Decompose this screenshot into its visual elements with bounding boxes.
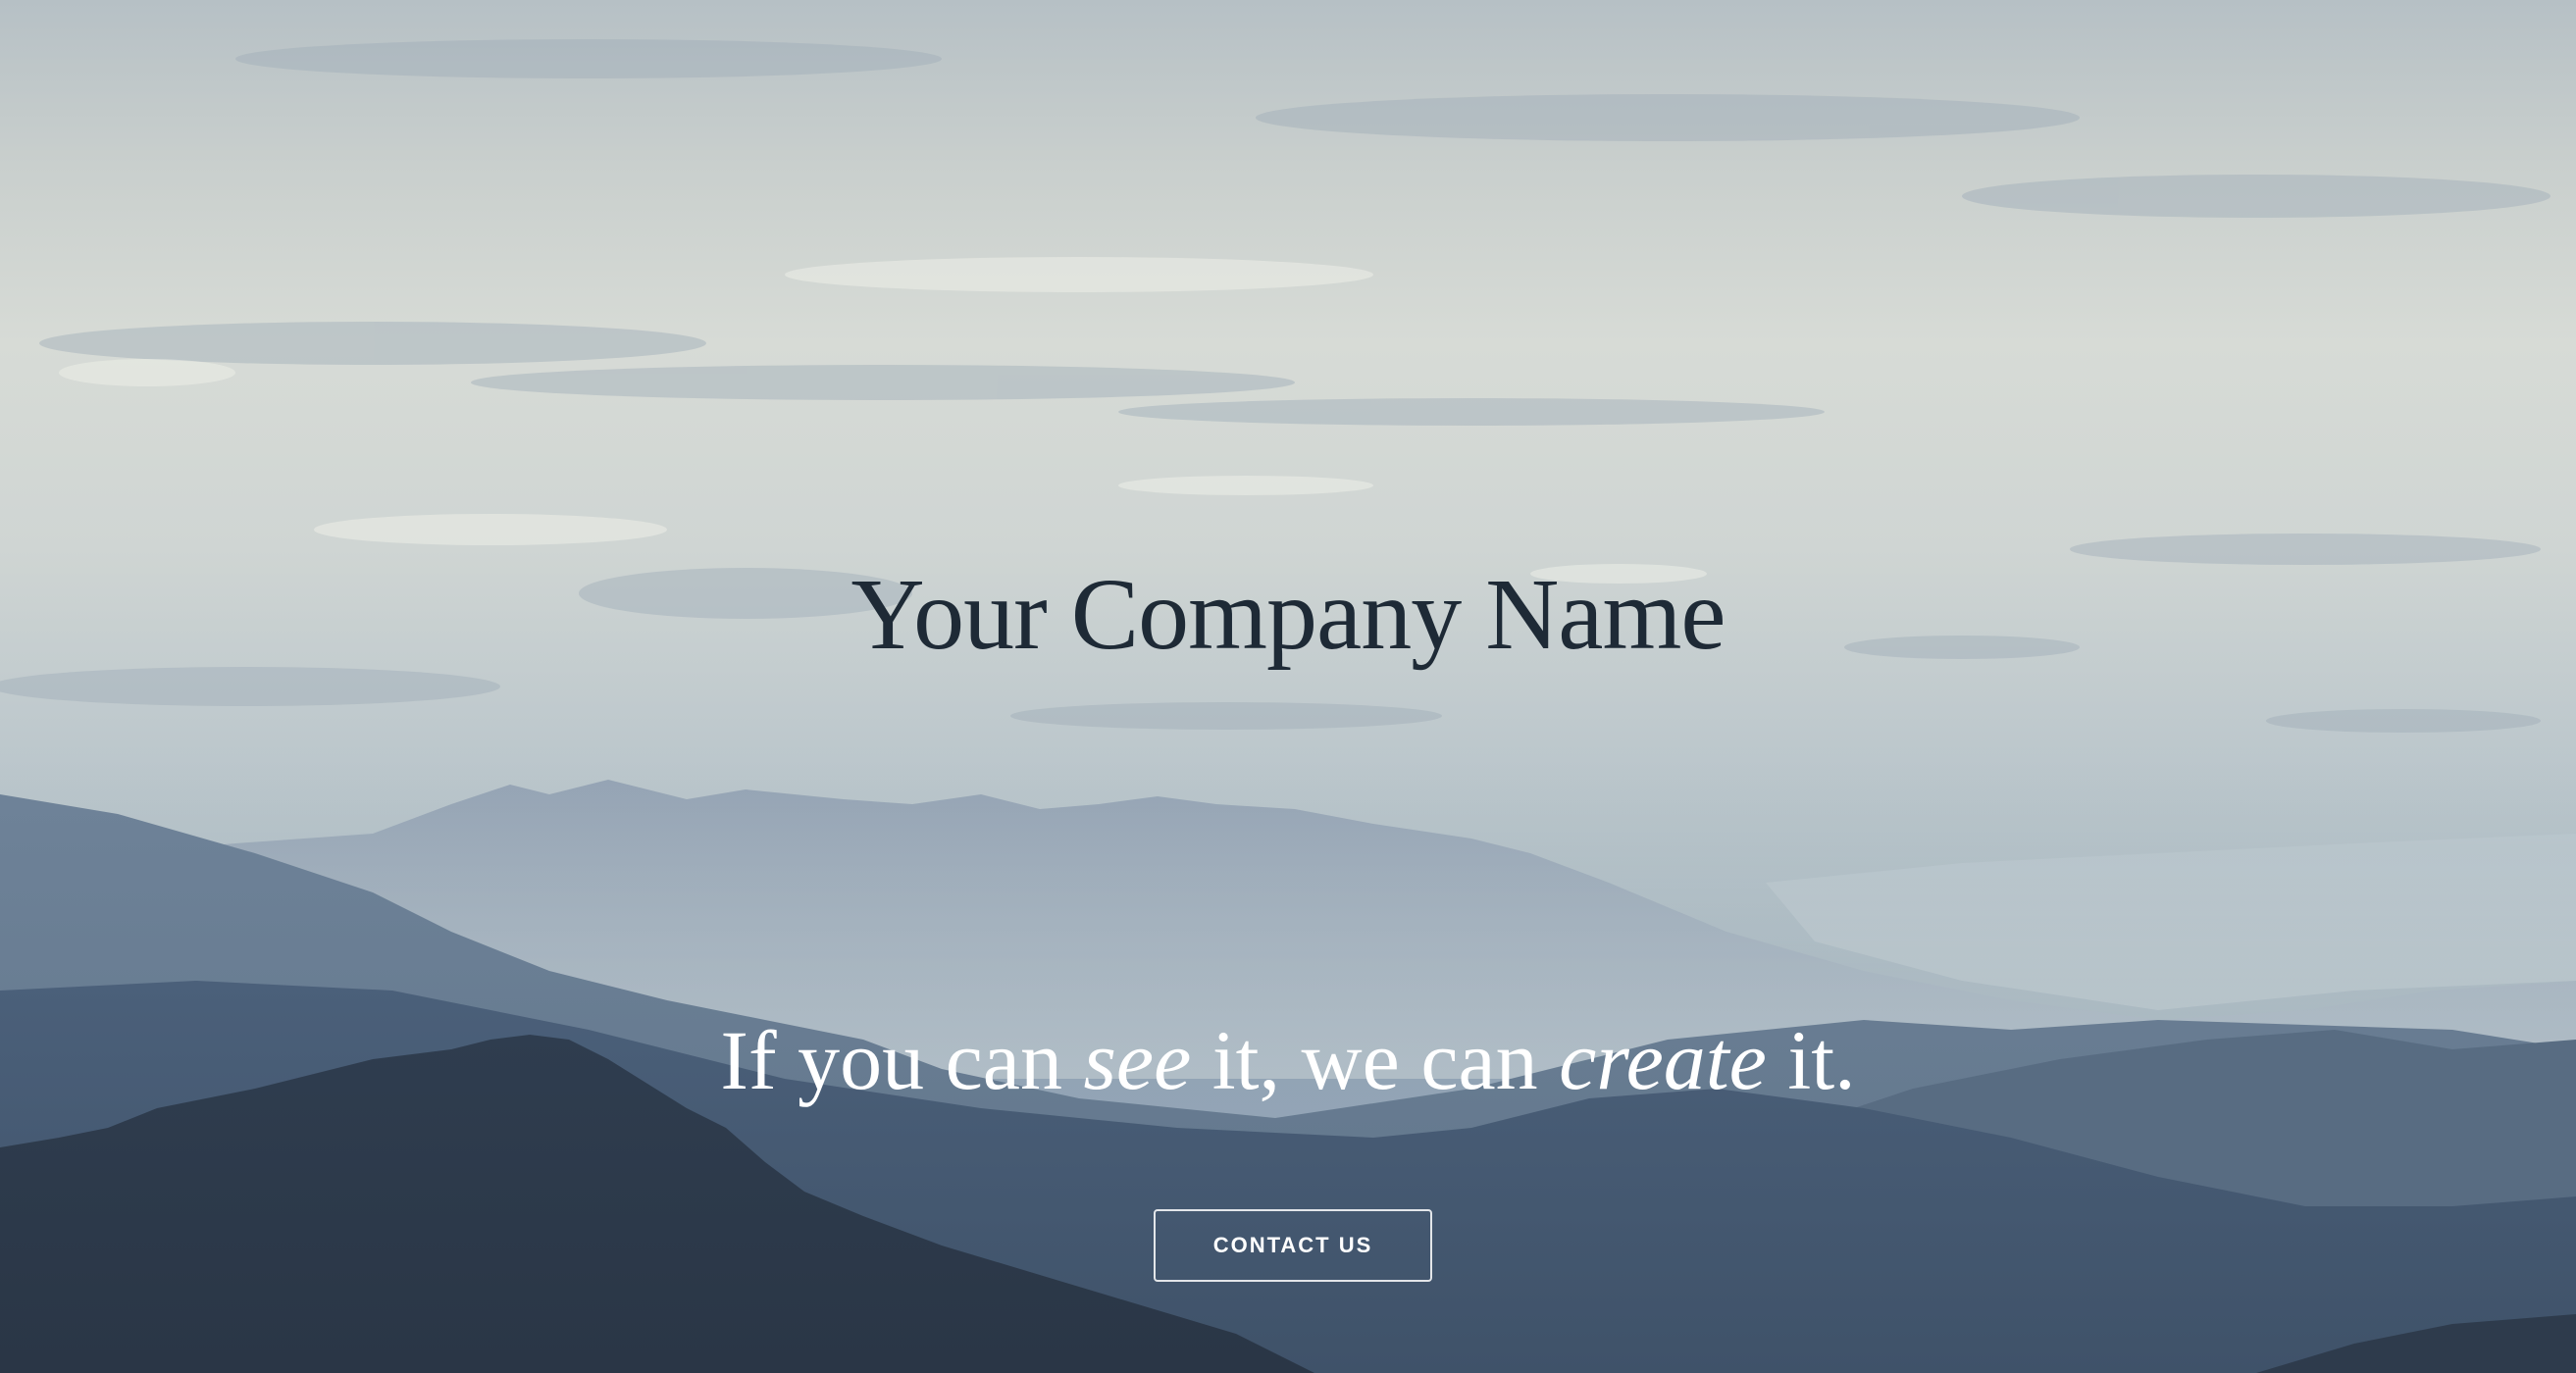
tagline-emphasis-create: create [1559,1013,1767,1107]
contact-us-button[interactable]: CONTACT US [1154,1209,1432,1282]
tagline-text: If you can [720,1013,1084,1107]
tagline: If you can see it, we can create it. [0,1006,2576,1114]
tagline-text: it. [1766,1013,1856,1107]
tagline-text: it, we can [1191,1013,1560,1107]
hero-section: Your Company Name If you can see it, we … [0,0,2576,1373]
tagline-emphasis-see: see [1083,1013,1192,1107]
mountain-landscape-background [0,39,2576,1373]
company-name-heading: Your Company Name [850,558,1726,671]
